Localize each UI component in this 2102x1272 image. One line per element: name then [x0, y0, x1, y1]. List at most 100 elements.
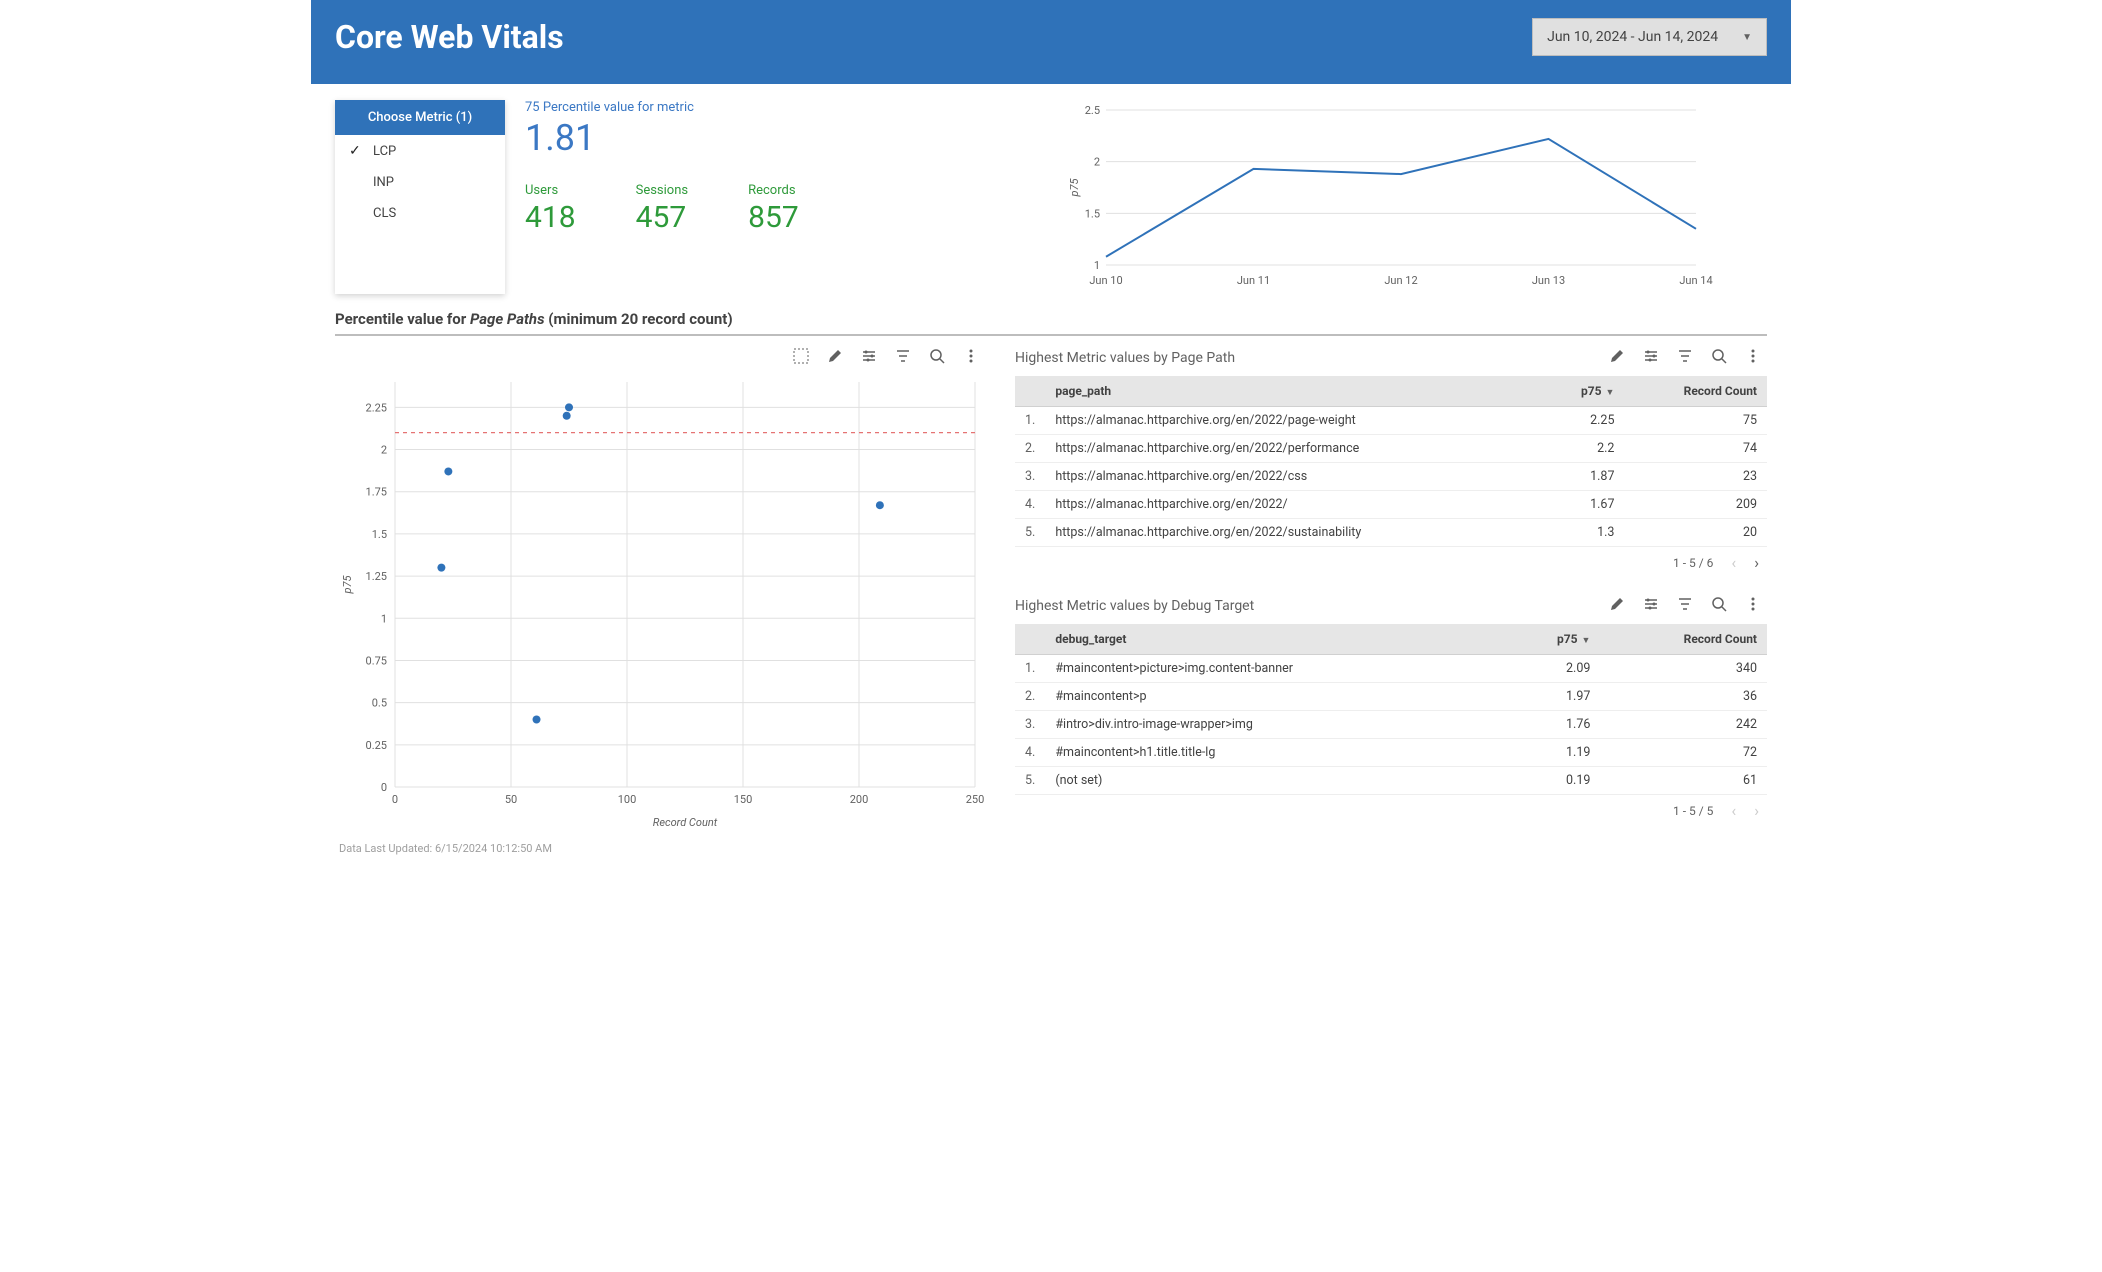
- edit-icon[interactable]: [827, 348, 843, 364]
- pager-range: 1 - 5 / 6: [1673, 556, 1713, 570]
- svg-text:p75: p75: [1068, 178, 1081, 198]
- table-row[interactable]: 5.(not set)0.1961: [1015, 767, 1767, 795]
- pager-range: 1 - 5 / 5: [1673, 804, 1713, 818]
- kpi-main-value: 1.81: [525, 117, 985, 159]
- row-count: 36: [1600, 683, 1767, 711]
- col-p75[interactable]: p75▼: [1543, 376, 1625, 407]
- more-icon[interactable]: [963, 348, 979, 364]
- row-p75: 1.97: [1505, 683, 1600, 711]
- svg-text:2: 2: [381, 444, 387, 457]
- row-index: 5.: [1015, 767, 1045, 795]
- edit-icon[interactable]: [1609, 348, 1625, 364]
- col-index: [1015, 376, 1045, 407]
- table-page-path: Highest Metric values by Page Path: [1015, 344, 1767, 578]
- tune-icon[interactable]: [861, 348, 877, 364]
- row-count: 61: [1600, 767, 1767, 795]
- zoom-icon[interactable]: [929, 348, 945, 364]
- select-box-icon[interactable]: [793, 348, 809, 364]
- kpi-label: Users: [525, 183, 576, 198]
- table-row[interactable]: 4.#maincontent>h1.title.title-lg1.1972: [1015, 739, 1767, 767]
- metric-option-inp[interactable]: INP: [335, 167, 505, 198]
- row-index: 5.: [1015, 519, 1045, 547]
- filter-icon[interactable]: [1677, 348, 1693, 364]
- row-index: 3.: [1015, 463, 1045, 491]
- filter-icon[interactable]: [1677, 596, 1693, 612]
- zoom-icon[interactable]: [1711, 596, 1727, 612]
- table-row[interactable]: 3.#intro>div.intro-image-wrapper>img1.76…: [1015, 711, 1767, 739]
- row-p75: 1.67: [1543, 491, 1625, 519]
- table-row[interactable]: 2.#maincontent>p1.9736: [1015, 683, 1767, 711]
- scatter-toolbar: [335, 344, 985, 372]
- table-row[interactable]: 3.https://almanac.httparchive.org/en/202…: [1015, 463, 1767, 491]
- svg-text:100: 100: [618, 793, 637, 806]
- kpi-main-label: 75 Percentile value for metric: [525, 100, 985, 115]
- metric-option-cls[interactable]: CLS: [335, 198, 505, 229]
- more-icon[interactable]: [1745, 348, 1761, 364]
- row-path: https://almanac.httparchive.org/en/2022/…: [1045, 463, 1543, 491]
- svg-text:150: 150: [734, 793, 753, 806]
- table-header-row: page_path p75▼ Record Count: [1015, 376, 1767, 407]
- section-title: Percentile value for Page Paths (minimum…: [335, 310, 1767, 328]
- table-row[interactable]: 5.https://almanac.httparchive.org/en/202…: [1015, 519, 1767, 547]
- table-title: Highest Metric values by Page Path: [1015, 350, 1235, 366]
- table-row[interactable]: 2.https://almanac.httparchive.org/en/202…: [1015, 435, 1767, 463]
- table-header-row: debug_target p75▼ Record Count: [1015, 624, 1767, 655]
- row-path: #intro>div.intro-image-wrapper>img: [1045, 711, 1505, 739]
- more-icon[interactable]: [1745, 596, 1761, 612]
- row-p75: 2.2: [1543, 435, 1625, 463]
- svg-text:1: 1: [381, 612, 387, 625]
- row-count: 72: [1600, 739, 1767, 767]
- tune-icon[interactable]: [1643, 596, 1659, 612]
- table-toolbar: [1609, 592, 1767, 620]
- header-bar: Core Web Vitals Jun 10, 2024 - Jun 14, 2…: [311, 0, 1791, 84]
- row-index: 2.: [1015, 683, 1045, 711]
- col-p75-label: p75: [1557, 632, 1578, 646]
- svg-text:Jun 10: Jun 10: [1089, 274, 1122, 287]
- row-count: 75: [1624, 407, 1767, 435]
- svg-text:2: 2: [1094, 156, 1100, 169]
- check-icon: ✓: [349, 143, 363, 159]
- footer-timestamp: Data Last Updated: 6/15/2024 10:12:50 AM: [335, 836, 1767, 865]
- zoom-icon[interactable]: [1711, 348, 1727, 364]
- svg-text:0.5: 0.5: [372, 697, 387, 710]
- col-p75[interactable]: p75▼: [1505, 624, 1600, 655]
- sort-desc-icon: ▼: [1606, 388, 1615, 398]
- pager-next[interactable]: ›: [1754, 553, 1759, 572]
- kpi-panel: 75 Percentile value for metric 1.81 User…: [525, 100, 985, 294]
- table-debug-target: Highest Metric values by Debug Target: [1015, 592, 1767, 826]
- row-p75: 1.19: [1505, 739, 1600, 767]
- row-p75: 2.25: [1543, 407, 1625, 435]
- row-path: (not set): [1045, 767, 1505, 795]
- kpi-label: Records: [748, 183, 799, 198]
- svg-text:Jun 11: Jun 11: [1237, 274, 1270, 287]
- col-record-count[interactable]: Record Count: [1624, 376, 1767, 407]
- trend-chart: 11.522.5Jun 10Jun 11Jun 12Jun 13Jun 14p7…: [1005, 100, 1767, 294]
- tune-icon[interactable]: [1643, 348, 1659, 364]
- col-page-path[interactable]: page_path: [1045, 376, 1543, 407]
- date-range-label: Jun 10, 2024 - Jun 14, 2024: [1547, 29, 1718, 45]
- pager-prev[interactable]: ‹: [1731, 801, 1736, 820]
- col-debug-target[interactable]: debug_target: [1045, 624, 1505, 655]
- date-range-picker[interactable]: Jun 10, 2024 - Jun 14, 2024 ▼: [1532, 18, 1767, 56]
- svg-text:1.25: 1.25: [366, 570, 387, 583]
- col-index: [1015, 624, 1045, 655]
- section-title-prefix: Percentile value for: [335, 310, 470, 328]
- table-row[interactable]: 1.https://almanac.httparchive.org/en/202…: [1015, 407, 1767, 435]
- metric-option-lcp[interactable]: ✓ LCP: [335, 135, 505, 167]
- row-path: https://almanac.httparchive.org/en/2022/…: [1045, 519, 1543, 547]
- edit-icon[interactable]: [1609, 596, 1625, 612]
- row-path: https://almanac.httparchive.org/en/2022/: [1045, 491, 1543, 519]
- pager-next[interactable]: ›: [1754, 801, 1759, 820]
- kpi-users: Users 418: [525, 183, 576, 235]
- col-record-count[interactable]: Record Count: [1600, 624, 1767, 655]
- pager-prev[interactable]: ‹: [1731, 553, 1736, 572]
- table-row[interactable]: 4.https://almanac.httparchive.org/en/202…: [1015, 491, 1767, 519]
- row-p75: 1.87: [1543, 463, 1625, 491]
- row-count: 340: [1600, 655, 1767, 683]
- row-index: 4.: [1015, 491, 1045, 519]
- kpi-value: 857: [748, 200, 799, 235]
- page-title: Core Web Vitals: [335, 18, 564, 56]
- filter-icon[interactable]: [895, 348, 911, 364]
- table-row[interactable]: 1.#maincontent>picture>img.content-banne…: [1015, 655, 1767, 683]
- divider: [335, 334, 1767, 336]
